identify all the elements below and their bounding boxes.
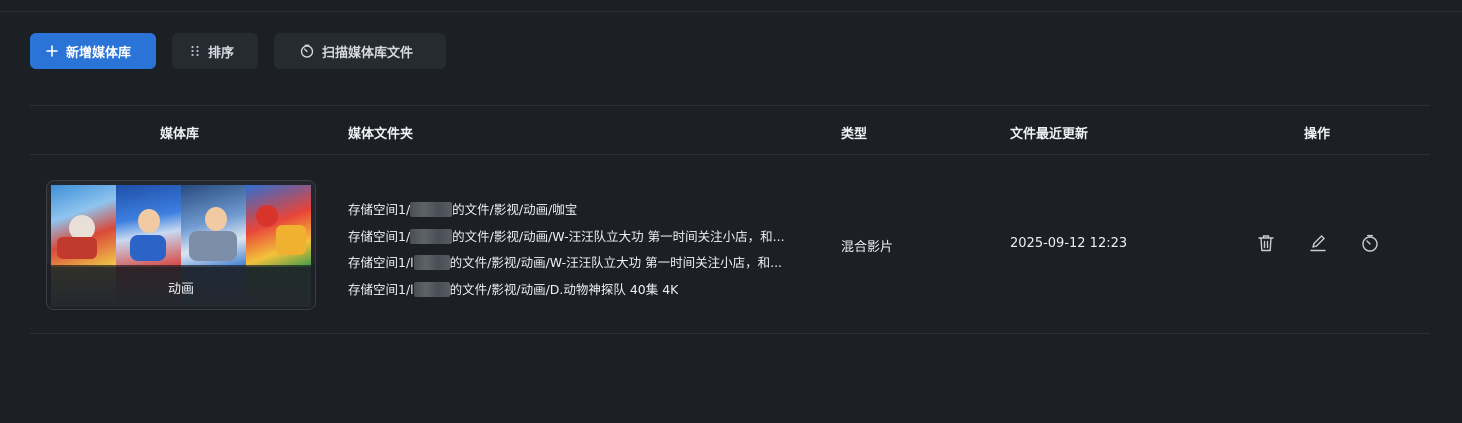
trash-icon — [1258, 235, 1274, 252]
column-header-library: 媒体库 — [160, 127, 200, 142]
row-actions — [1256, 233, 1380, 253]
library-name: 动画 — [47, 265, 315, 309]
add-library-button[interactable]: 新增媒体库 — [30, 33, 156, 69]
library-poster-collage — [51, 185, 311, 267]
folder-path: 存储空间1/的文件/影视/动画/W-汪汪队立大功 第一时间关注小店，和... — [348, 228, 785, 244]
drag-dots-icon — [191, 45, 199, 57]
scan-timer-icon — [1362, 234, 1378, 252]
folder-list: 存储空间1/的文件/影视/动画/咖宝 存储空间1/的文件/影视/动画/W-汪汪队… — [348, 197, 800, 303]
poster-thumbnail — [246, 185, 311, 267]
table-row: 动画 存储空间1/的文件/影视/动画/咖宝 存储空间1/的文件/影视/动画/W-… — [30, 155, 1430, 333]
column-header-folders: 媒体文件夹 — [348, 127, 414, 142]
folder-path: 存储空间1/l 的文件/影视/动画/D.动物神探队 40集 4K — [348, 281, 679, 297]
table-row-divider — [30, 333, 1430, 334]
edit-button[interactable] — [1308, 233, 1328, 253]
scan-library-button[interactable]: 扫描媒体库文件 — [274, 33, 446, 69]
top-divider — [0, 11, 1462, 12]
redacted-username — [410, 228, 453, 244]
scan-timer-icon — [300, 44, 314, 58]
toolbar: 新增媒体库 排序 扫描媒体库文件 — [30, 33, 446, 69]
poster-thumbnail — [51, 185, 116, 267]
library-card[interactable]: 动画 — [46, 180, 316, 310]
sort-label: 排序 — [208, 45, 235, 61]
folder-path: 存储空间1/的文件/影视/动画/咖宝 — [348, 202, 578, 217]
table-header: 媒体库 媒体文件夹 类型 文件最近更新 操作 — [30, 106, 1430, 154]
column-header-type: 类型 — [841, 127, 868, 142]
poster-thumbnail — [116, 185, 181, 267]
media-library-table: 媒体库 媒体文件夹 类型 文件最近更新 操作 动画 存储空间1/ 的文件/影视/… — [30, 105, 1430, 334]
folder-path: 存储空间1/l 的文件/影视/动画/W-汪汪队立大功 第一时间关注小店，和... — [348, 255, 783, 270]
edit-icon — [1310, 235, 1326, 252]
last-updated: 2025-09-12 12:23 — [1010, 236, 1128, 251]
scan-row-button[interactable] — [1360, 233, 1380, 253]
redacted-username — [410, 202, 453, 217]
scan-library-label: 扫描媒体库文件 — [322, 45, 414, 61]
sort-button[interactable]: 排序 — [172, 33, 258, 69]
add-library-label: 新增媒体库 — [66, 45, 132, 61]
plus-icon — [46, 45, 58, 57]
redacted-username — [413, 281, 450, 297]
column-header-actions: 操作 — [1304, 127, 1331, 142]
delete-button[interactable] — [1256, 233, 1276, 253]
redacted-username — [413, 255, 450, 270]
column-header-updated: 文件最近更新 — [1010, 127, 1089, 142]
library-type: 混合影片 — [841, 240, 894, 255]
poster-thumbnail — [181, 185, 246, 267]
